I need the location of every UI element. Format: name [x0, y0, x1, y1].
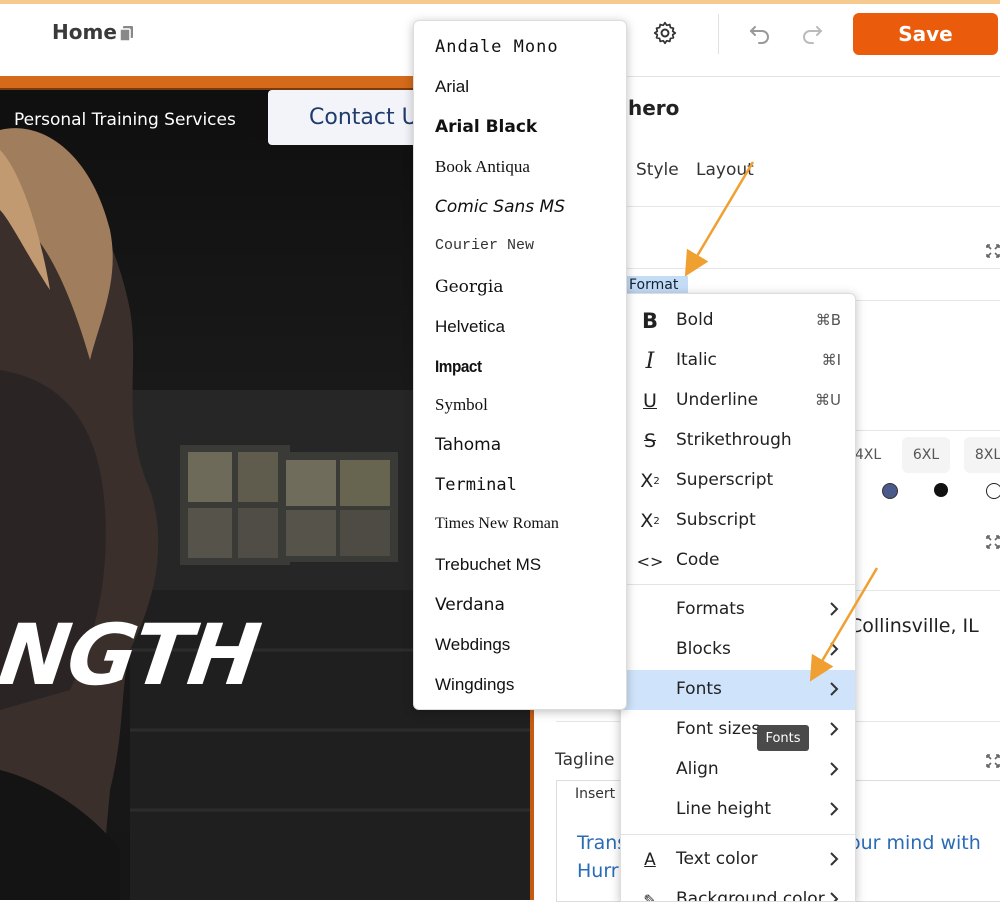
size-chip-6xl[interactable]: 6XL	[902, 437, 950, 473]
menu-item-italic[interactable]: I Italic ⌘I	[621, 342, 855, 380]
menu-item-underline[interactable]: U Underline ⌘U	[621, 382, 855, 420]
menu-item-blocks[interactable]: Blocks	[621, 631, 855, 669]
format-tag[interactable]: Format	[627, 276, 688, 294]
toolbar-divider	[718, 14, 719, 54]
menu-item-label: Superscript	[676, 470, 774, 490]
subscript-icon: X2	[640, 510, 660, 532]
menu-item-align[interactable]: Align	[621, 751, 855, 789]
expand-icon[interactable]	[986, 754, 1000, 768]
redo-icon[interactable]	[800, 22, 824, 46]
font-item-times-new-roman[interactable]: Times New Roman	[435, 515, 559, 533]
menu-item-line-height[interactable]: Line height	[621, 791, 855, 829]
font-item-georgia[interactable]: Georgia	[435, 277, 503, 297]
font-item-symbol[interactable]: Symbol	[435, 395, 488, 415]
chevron-right-icon	[830, 682, 839, 696]
color-swatch-white[interactable]	[986, 483, 1000, 499]
tab-layout[interactable]: Layout	[696, 160, 754, 180]
menu-item-label: Background color	[676, 889, 825, 902]
size-chip-8xl[interactable]: 8XL	[964, 437, 1000, 473]
strikethrough-icon: S	[643, 430, 657, 452]
italic-icon: I	[645, 348, 655, 374]
menu-item-strikethrough[interactable]: S Strikethrough	[621, 422, 855, 460]
page-title: Home	[52, 20, 117, 44]
format-menu: B Bold ⌘B I Italic ⌘I U Underline ⌘U S S…	[620, 293, 856, 902]
location-text: Collinsville, IL	[849, 615, 979, 637]
shortcut-label: ⌘U	[815, 391, 841, 409]
tab-style[interactable]: Style	[636, 160, 679, 180]
font-item-wingdings[interactable]: Wingdings	[435, 675, 514, 695]
save-button[interactable]: Save	[853, 13, 998, 55]
menu-item-background-color[interactable]: ✎ Background color	[621, 881, 855, 902]
tagline-label: Tagline	[555, 750, 615, 770]
insert-menu-tab[interactable]: Insert	[575, 786, 615, 802]
font-item-impact[interactable]: Impact	[435, 357, 482, 377]
chevron-right-icon	[830, 802, 839, 816]
menu-item-label: Line height	[676, 799, 772, 819]
copy-icon[interactable]	[120, 26, 134, 42]
menu-item-label: Formats	[676, 599, 745, 619]
chevron-right-icon	[830, 642, 839, 656]
menu-item-superscript[interactable]: X2 Superscript	[621, 462, 855, 500]
chevron-right-icon	[830, 852, 839, 866]
superscript-icon: X2	[640, 470, 660, 492]
font-item-webdings[interactable]: Webdings	[435, 635, 510, 655]
tagline-text: Hurr	[577, 860, 619, 882]
menu-item-label: Italic	[676, 350, 717, 370]
underline-icon: U	[643, 390, 657, 412]
highlighter-icon: ✎	[643, 890, 657, 902]
preview-nav-text[interactable]: Personal Training Services	[14, 110, 236, 130]
font-item-comic-sans[interactable]: Comic Sans MS	[435, 197, 565, 217]
color-swatch-slate[interactable]	[882, 483, 898, 499]
chevron-right-icon	[830, 762, 839, 776]
text-color-icon: A	[644, 850, 656, 870]
menu-item-label: Subscript	[676, 510, 756, 530]
font-item-andale-mono[interactable]: Andale Mono	[435, 37, 559, 57]
fonts-submenu: Andale Mono Arial Arial Black Book Antiq…	[413, 20, 627, 710]
menu-item-code[interactable]: <> Code	[621, 542, 855, 580]
menu-divider	[621, 584, 855, 585]
menu-item-font-sizes[interactable]: Font sizes	[621, 711, 855, 749]
hero-headline: NGTH	[0, 606, 265, 704]
menu-item-label: Font sizes	[676, 719, 761, 739]
menu-item-text-color[interactable]: A Text color	[621, 841, 855, 879]
menu-item-label: Code	[676, 550, 720, 570]
font-item-arial[interactable]: Arial	[435, 77, 469, 97]
expand-icon[interactable]	[986, 535, 1000, 549]
shortcut-label: ⌘I	[821, 351, 841, 369]
font-item-verdana[interactable]: Verdana	[435, 595, 505, 615]
menu-item-subscript[interactable]: X2 Subscript	[621, 502, 855, 540]
chevron-right-icon	[830, 722, 839, 736]
menu-item-fonts[interactable]: Fonts	[621, 670, 855, 710]
font-item-trebuchet-ms[interactable]: Trebuchet MS	[435, 555, 541, 575]
font-item-tahoma[interactable]: Tahoma	[435, 435, 501, 455]
shortcut-label: ⌘B	[815, 311, 841, 329]
tagline-text: our mind with	[849, 832, 981, 854]
menu-item-label: Text color	[676, 849, 758, 869]
menu-item-bold[interactable]: B Bold ⌘B	[621, 302, 855, 340]
font-item-courier-new[interactable]: Courier New	[435, 237, 534, 254]
color-swatch-black[interactable]	[934, 483, 948, 497]
chevron-right-icon	[830, 892, 839, 901]
gear-icon[interactable]	[652, 20, 678, 46]
menu-item-label: Underline	[676, 390, 759, 410]
font-item-terminal[interactable]: Terminal	[435, 475, 517, 495]
undo-icon[interactable]	[748, 22, 772, 46]
code-icon: <>	[636, 551, 664, 571]
menu-item-label: Align	[676, 759, 719, 779]
menu-item-label: Strikethrough	[676, 430, 792, 450]
panel-title: hero	[628, 96, 680, 120]
tooltip: Fonts	[757, 725, 809, 751]
menu-item-formats[interactable]: Formats	[621, 591, 855, 629]
font-item-book-antiqua[interactable]: Book Antiqua	[435, 157, 530, 177]
font-item-arial-black[interactable]: Arial Black	[435, 117, 537, 137]
menu-item-label: Fonts	[676, 679, 722, 699]
font-item-helvetica[interactable]: Helvetica	[435, 317, 505, 337]
expand-icon[interactable]	[986, 244, 1000, 258]
menu-item-label: Bold	[676, 310, 714, 330]
bold-icon: B	[641, 309, 658, 333]
menu-item-label: Blocks	[676, 639, 731, 659]
chevron-right-icon	[830, 602, 839, 616]
menu-divider	[621, 834, 855, 835]
